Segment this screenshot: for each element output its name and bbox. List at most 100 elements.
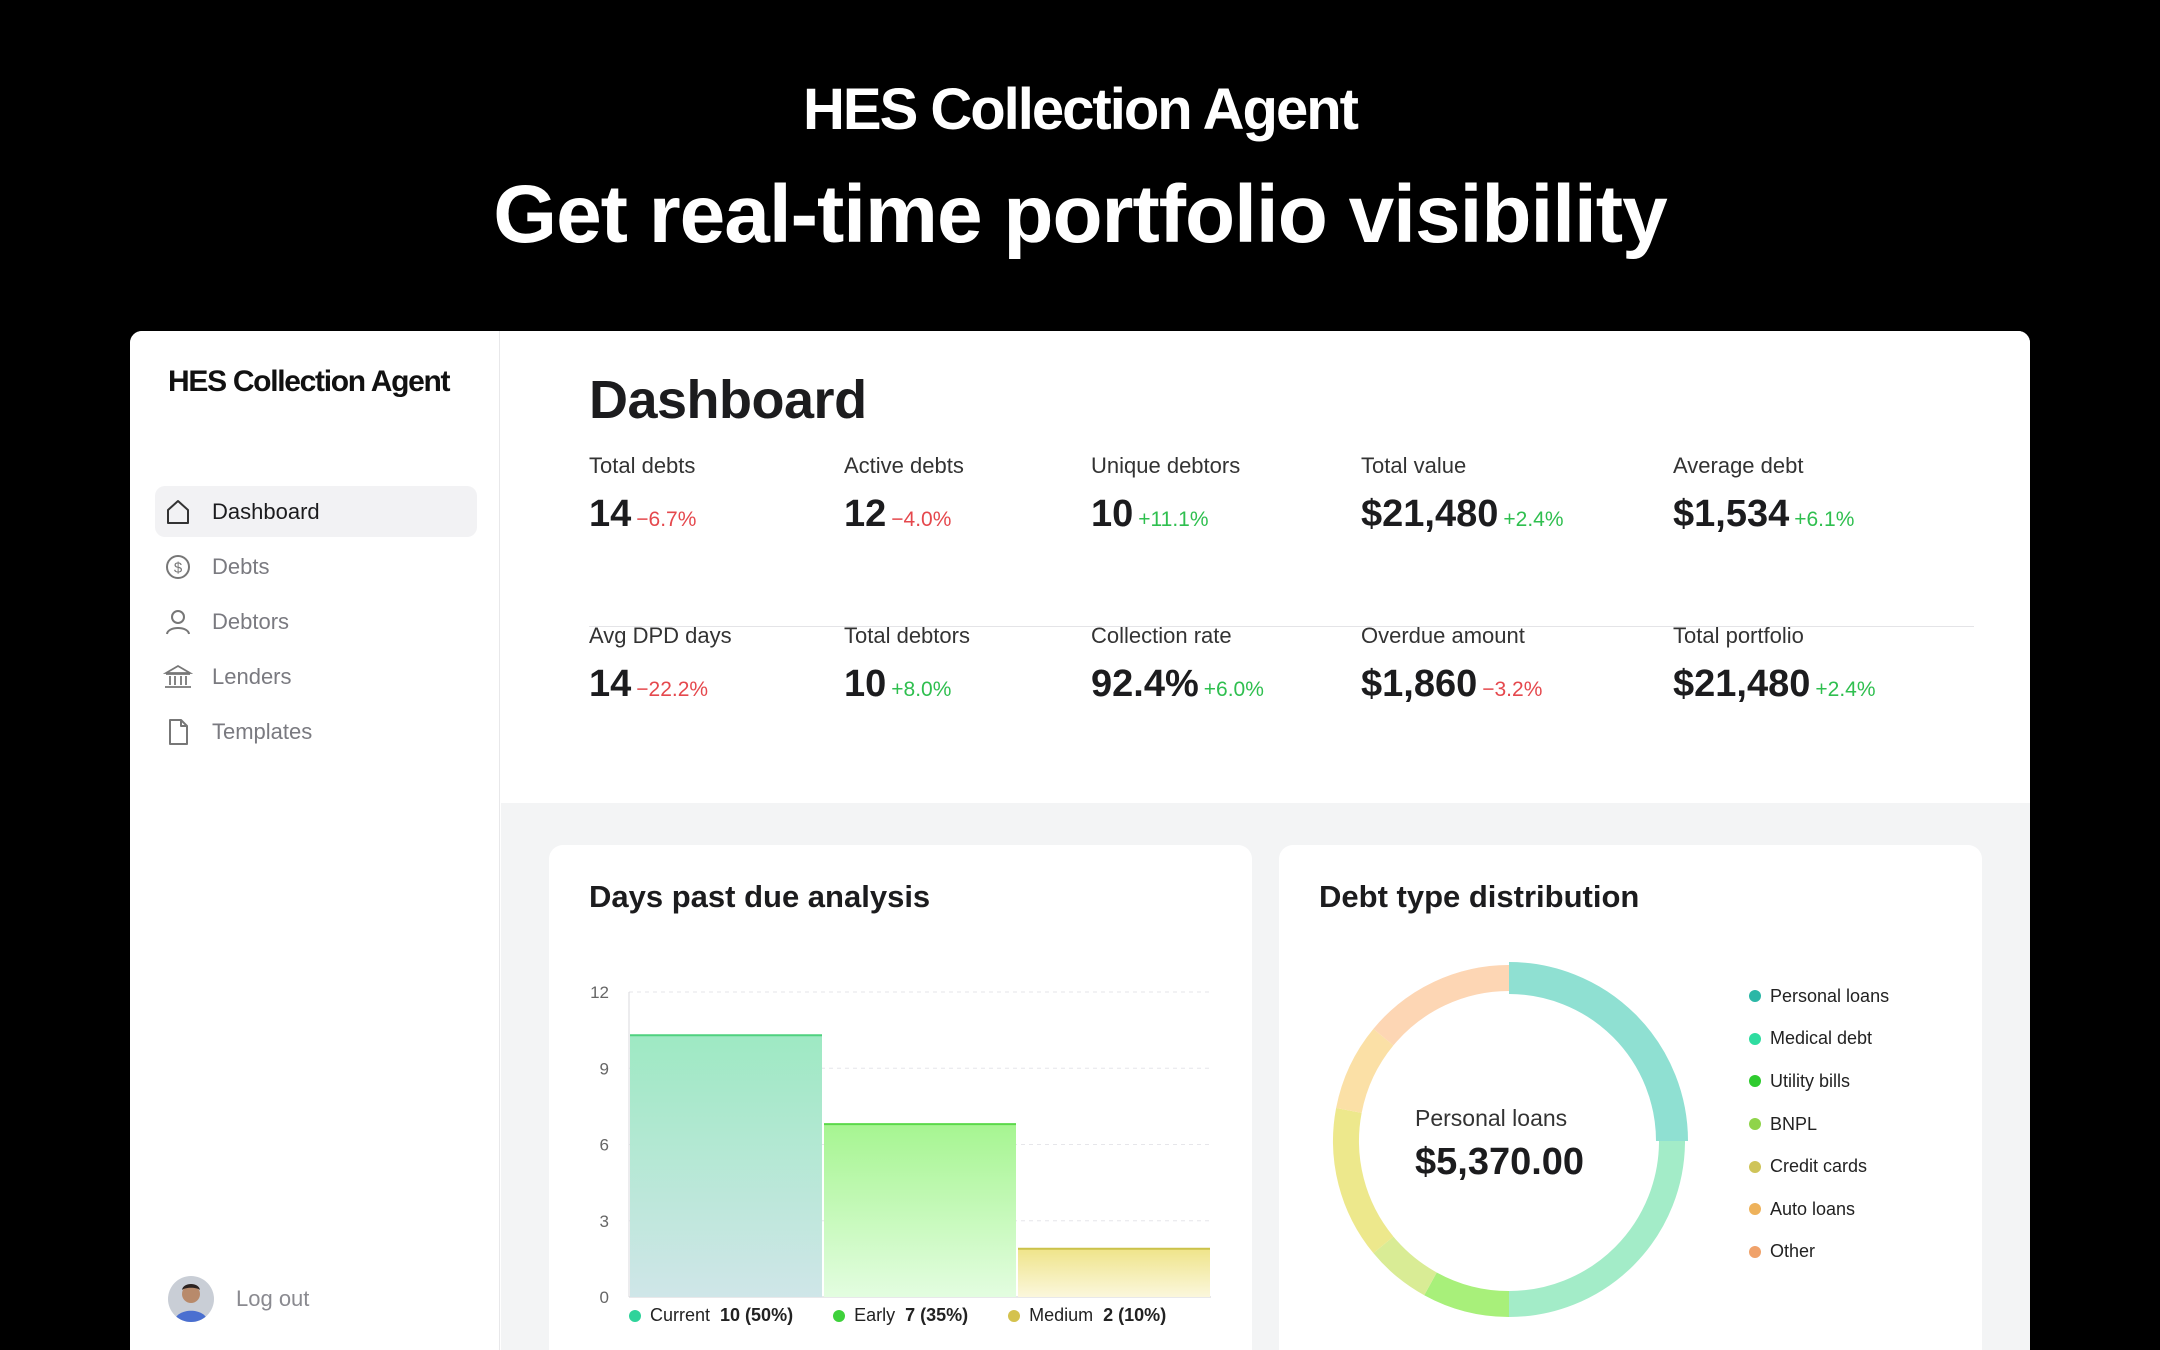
sidebar-item-label: Lenders <box>212 663 292 689</box>
legend-dot <box>1008 1309 1021 1322</box>
stat-delta: −4.0% <box>891 508 952 531</box>
hero-brand: HES Collection Agent <box>803 77 1359 142</box>
stat-delta: +6.0% <box>1203 678 1264 701</box>
legend-value: 7 (35%) <box>905 1305 969 1325</box>
sidebar: HES Collection Agent Dashboard $ Debts D… <box>130 331 500 1350</box>
bank-icon <box>163 662 193 692</box>
legend-item-early: Early 7 (35%) <box>833 1305 968 1326</box>
donut-slice-utility-bills[interactable] <box>1424 1272 1510 1317</box>
legend-item: Other <box>1749 1231 1889 1274</box>
stat-card: Avg DPD days 14 −22.2% <box>589 623 732 706</box>
legend-dot <box>1749 1032 1761 1045</box>
donut-slice-other[interactable] <box>1373 965 1510 1046</box>
logout-label: Log out <box>236 1286 310 1311</box>
svg-text:$: $ <box>174 559 183 576</box>
stat-card: Active debts 12 −4.0% <box>844 453 964 536</box>
y-tick-label: 12 <box>590 983 609 1002</box>
sidebar-item-label: Templates <box>212 718 313 744</box>
stat-delta: +2.4% <box>1815 678 1876 701</box>
donut-slice-credit-cards[interactable] <box>1333 1108 1394 1254</box>
dpd-bar-chart: 0 3 6 9 12 <box>590 983 1211 1307</box>
bar-medium[interactable] <box>1018 1248 1210 1297</box>
stat-line: 14 −22.2% <box>589 663 732 706</box>
stat-line: 14 −6.7% <box>589 493 696 536</box>
stat-line: $21,480 +2.4% <box>1673 663 1876 706</box>
stat-card: Overdue amount $1,860 −3.2% <box>1361 623 1542 706</box>
donut-center-label: Personal loans <box>1415 1105 1568 1131</box>
home-icon <box>163 497 193 527</box>
legend-item: Credit cards <box>1749 1145 1889 1188</box>
legend-name: Medical debt <box>1770 1028 1873 1049</box>
sidebar-nav: Dashboard $ Debts Debtors Lenders Templa… <box>155 486 477 761</box>
dpd-analysis-card: Days past due analysis 0 3 6 9 12 Current 10… <box>549 845 1252 1350</box>
stat-value: $1,860 <box>1361 663 1478 705</box>
page-title: Dashboard <box>589 370 867 430</box>
user-icon <box>163 607 193 637</box>
stat-value: 92.4% <box>1091 663 1199 705</box>
stat-line: 10 +8.0% <box>844 663 970 706</box>
donut-slice-bnpl[interactable] <box>1373 1236 1438 1296</box>
stat-line: $1,860 −3.2% <box>1361 663 1542 706</box>
donut-center-value: $5,370.00 <box>1415 1141 1585 1183</box>
stat-value: 12 <box>844 493 887 535</box>
hero-section: HES Collection Agent Get real-time portf… <box>0 0 2160 330</box>
stat-value: 10 <box>1091 493 1134 535</box>
stat-line: 10 +11.1% <box>1091 493 1240 536</box>
stat-delta: −3.2% <box>1482 678 1543 701</box>
dpd-legend: Current 10 (50%) Early 7 (35%) Medium 2 … <box>629 1305 1206 1326</box>
bar-current[interactable] <box>630 1035 822 1297</box>
bar-early[interactable] <box>824 1124 1016 1297</box>
sidebar-item-debtors[interactable]: Debtors <box>155 596 477 647</box>
legend-name: Auto loans <box>1770 1198 1856 1219</box>
legend-item-medium: Medium 2 (10%) <box>1008 1305 1166 1326</box>
sidebar-item-debts[interactable]: $ Debts <box>155 541 477 592</box>
legend-name: Medium <box>1029 1305 1094 1325</box>
legend-item-current: Current 10 (50%) <box>629 1305 793 1326</box>
stat-value: $1,534 <box>1673 493 1790 535</box>
legend-value: 2 (10%) <box>1103 1305 1167 1325</box>
stat-line: $21,480 +2.4% <box>1361 493 1564 536</box>
stat-delta: −6.7% <box>636 508 697 531</box>
card-title: Debt type distribution <box>1319 879 1640 914</box>
stat-delta: +11.1% <box>1138 508 1209 531</box>
sidebar-item-lenders[interactable]: Lenders <box>155 651 477 702</box>
y-tick-label: 6 <box>600 1136 609 1155</box>
stat-label: Unique debtors <box>1091 453 1241 478</box>
legend-name: Current <box>650 1305 711 1325</box>
legend-item: Medical debt <box>1749 1018 1889 1061</box>
stat-delta: +8.0% <box>891 678 952 701</box>
legend-name: Utility bills <box>1770 1070 1851 1091</box>
stats-divider <box>589 626 1974 627</box>
debt-type-donut-chart <box>1333 962 1688 1317</box>
legend-item: BNPL <box>1749 1103 1889 1146</box>
legend-name: Personal loans <box>1770 985 1890 1006</box>
sidebar-item-dashboard[interactable]: Dashboard <box>155 486 477 537</box>
dollar-circle-icon: $ <box>163 552 193 582</box>
stat-line: $1,534 +6.1% <box>1673 493 1854 536</box>
legend-dot <box>1749 990 1761 1003</box>
stat-card: Total value $21,480 +2.4% <box>1361 453 1564 536</box>
legend-name: BNPL <box>1770 1113 1818 1134</box>
legend-name: Credit cards <box>1770 1156 1868 1177</box>
stat-card: Total portfolio $21,480 +2.4% <box>1673 623 1876 706</box>
hero-title: Get real-time portfolio visibility <box>493 169 1667 260</box>
sidebar-item-templates[interactable]: Templates <box>155 706 477 757</box>
donut-slice-auto-loans[interactable] <box>1336 1028 1394 1114</box>
sidebar-item-label: Debts <box>212 553 270 579</box>
legend-dot <box>1749 1160 1761 1173</box>
legend-value: 10 (50%) <box>720 1305 794 1325</box>
stat-value: 14 <box>589 663 632 705</box>
sidebar-item-label: Dashboard <box>212 498 320 524</box>
stat-value: $21,480 <box>1673 663 1811 705</box>
stats-panel: Dashboard Total debts 14 −6.7% Active debts… <box>501 331 2030 803</box>
card-title: Days past due analysis <box>589 879 931 914</box>
legend-dot <box>629 1309 641 1322</box>
debt-type-card: Debt type distribution Personal loans $5… <box>1279 845 1982 1350</box>
legend-dot <box>833 1309 846 1322</box>
stat-card: Unique debtors 10 +11.1% <box>1091 453 1240 536</box>
stat-value: $21,480 <box>1361 493 1499 535</box>
logout-button[interactable]: Log out <box>168 1276 309 1322</box>
stat-label: Total value <box>1361 453 1467 478</box>
stat-line: 92.4% +6.0% <box>1091 663 1264 706</box>
stat-line: 12 −4.0% <box>844 493 964 536</box>
